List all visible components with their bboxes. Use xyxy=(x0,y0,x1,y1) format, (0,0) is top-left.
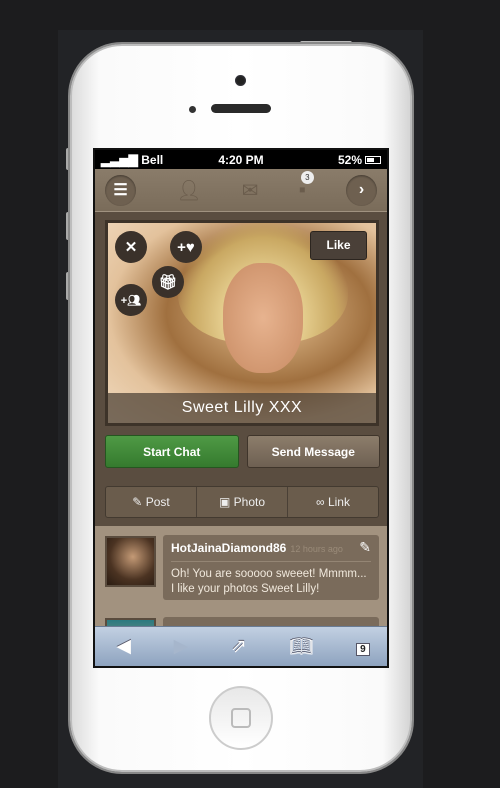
menu-button[interactable]: ☰ xyxy=(105,174,136,206)
close-icon: ✕ xyxy=(124,239,138,256)
clock: 4:20 PM xyxy=(218,152,264,167)
comment-username[interactable]: HotJainaDiamond86 xyxy=(171,541,286,555)
gift-button[interactable]: 🎁︎ xyxy=(152,266,184,298)
forward-button[interactable]: › xyxy=(346,174,377,206)
bookmarks-icon[interactable]: 📖︎ xyxy=(289,635,313,659)
tab-link[interactable]: ∞ Link xyxy=(288,487,378,517)
hamburger-icon: ☰ xyxy=(113,182,128,199)
start-chat-button[interactable]: Start Chat xyxy=(105,435,239,468)
tabs-button[interactable]: 9 xyxy=(356,636,370,658)
back-icon[interactable]: ◀ xyxy=(116,635,131,658)
comment-feed: HotJainaDiamond86 12 hours ago ✎ Oh! You … xyxy=(95,526,387,666)
comment-bubble: HotJainaDiamond86 12 hours ago ✎ Oh! You … xyxy=(163,535,379,600)
photo-face xyxy=(223,263,303,373)
chevron-right-icon: › xyxy=(358,181,365,198)
profile-name: Sweet Lilly XXX xyxy=(108,393,376,423)
add-favorite-button[interactable]: +♥ xyxy=(170,231,202,263)
profile-photo: ✕ +♥ 🎁︎ +👥︎ Like Sweet Lilly XXX xyxy=(105,220,379,426)
image-icon: ▣ xyxy=(218,495,234,509)
earpiece-speaker xyxy=(211,104,271,113)
tab-post[interactable]: ✎ Post xyxy=(106,487,197,517)
proximity-sensor xyxy=(189,106,196,113)
close-button[interactable]: ✕ xyxy=(115,231,147,263)
screen: ▂▃▅▇ Bell 4:20 PM 52% ☰ 👤︎ ✉ ▪ 3 › ✕ +♥ 🎁… xyxy=(93,148,389,668)
nav-bar: ☰ 👤︎ ✉ ▪ 3 › xyxy=(95,169,387,212)
forward-icon[interactable]: ▶ xyxy=(174,635,189,658)
edit-icon[interactable]: ✎ xyxy=(359,539,371,556)
post-tabs: ✎ Post ▣ Photo ∞ Link xyxy=(105,486,379,518)
home-button[interactable] xyxy=(209,686,273,750)
add-friend-button[interactable]: +👥︎ xyxy=(115,284,147,316)
action-buttons: Start Chat Send Message xyxy=(105,435,380,468)
front-camera xyxy=(235,75,246,86)
tab-label: Photo xyxy=(233,495,266,509)
comment-text: Oh! You are sooooo sweeet! Mmmm... I lik… xyxy=(171,568,367,595)
comment-time: 12 hours ago xyxy=(290,544,343,554)
avatar[interactable] xyxy=(105,536,156,587)
profile-icon[interactable]: 👤︎ xyxy=(176,178,201,203)
link-icon: ∞ xyxy=(316,495,328,509)
notification-badge: 3 xyxy=(300,170,314,184)
battery-icon xyxy=(365,156,381,165)
tab-photo[interactable]: ▣ Photo xyxy=(197,487,288,517)
send-message-button[interactable]: Send Message xyxy=(246,435,380,468)
status-bar: ▂▃▅▇ Bell 4:20 PM 52% xyxy=(95,150,387,169)
add-heart-icon: +♥ xyxy=(177,238,195,256)
tab-count: 9 xyxy=(356,642,370,656)
tab-label: Post xyxy=(145,495,170,509)
browser-toolbar: ◀ ▶ ⇗ 📖︎ 9 xyxy=(95,626,387,666)
pin-icon: ✎ xyxy=(132,495,146,509)
add-user-icon: +👥︎ xyxy=(120,294,142,307)
gift-icon: 🎁︎ xyxy=(158,274,178,291)
share-icon[interactable]: ⇗ xyxy=(231,635,247,658)
notes-icon[interactable]: ▪ 3 xyxy=(299,170,314,202)
tab-label: Link xyxy=(327,495,350,509)
mail-icon[interactable]: ✉ xyxy=(242,178,259,203)
like-button[interactable]: Like xyxy=(310,231,367,260)
